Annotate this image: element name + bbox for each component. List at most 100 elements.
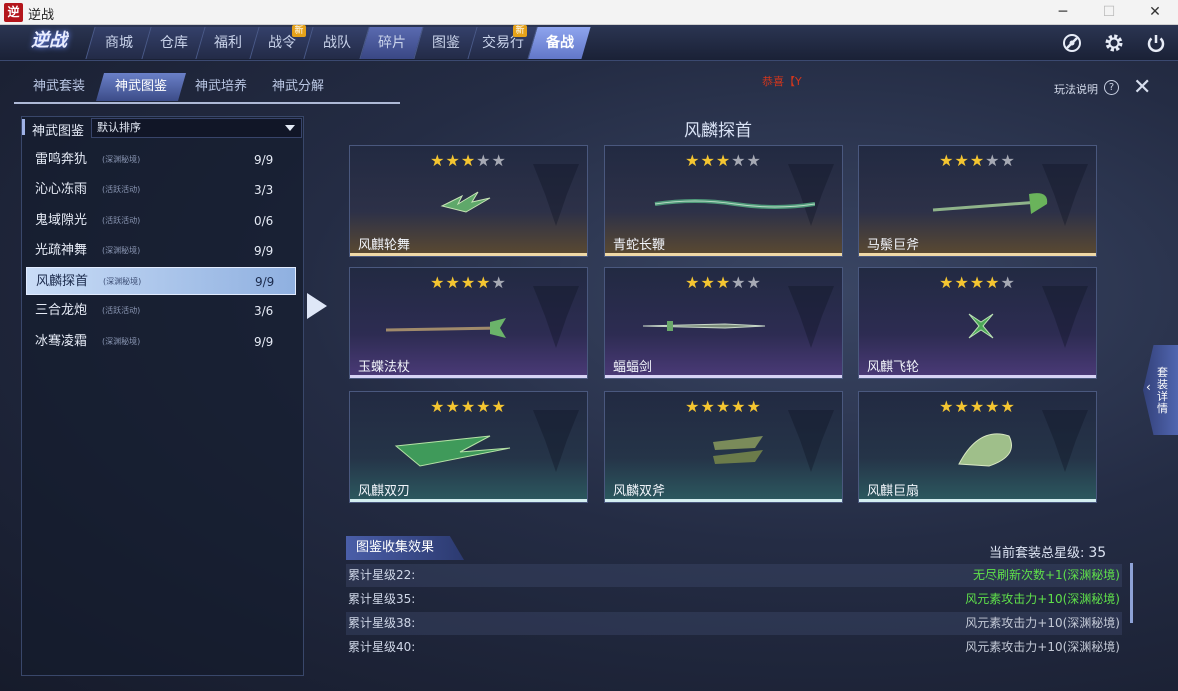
bonus-threshold: 累计星级40: bbox=[348, 640, 416, 654]
star-filled-icon: ★ bbox=[715, 397, 732, 416]
power-icon[interactable] bbox=[1145, 32, 1167, 54]
nav-tab-welfare[interactable]: 福利 bbox=[195, 27, 259, 59]
star-empty-icon: ★ bbox=[476, 151, 492, 170]
help-link[interactable]: 玩法说明 bbox=[1054, 81, 1098, 97]
star-empty-icon: ★ bbox=[731, 151, 747, 170]
codex-list-item[interactable]: 沁心冻雨 (活跃活动) 3/3 bbox=[26, 176, 296, 204]
item-count: 3/3 bbox=[254, 183, 274, 197]
rarity-bar bbox=[350, 253, 587, 256]
item-count: 9/9 bbox=[254, 335, 274, 349]
weapon-card[interactable]: ★★★★★ 玉蝶法杖 bbox=[349, 267, 588, 379]
bonus-scrollbar[interactable] bbox=[1130, 563, 1133, 623]
weapon-image bbox=[713, 436, 763, 464]
weapon-card[interactable]: ★★★★★ 风麟双斧 bbox=[604, 391, 843, 503]
subtab-label: 神武图鉴 bbox=[114, 79, 167, 94]
total-stars-value: 35 bbox=[1088, 545, 1107, 561]
star-empty-icon: ★ bbox=[1000, 273, 1016, 292]
weapon-card[interactable]: ★★★★★ 风麒轮舞 bbox=[349, 145, 588, 257]
weapon-name: 马鬃巨斧 bbox=[867, 238, 920, 253]
weapon-image bbox=[642, 321, 766, 331]
rarity-bar bbox=[605, 499, 842, 502]
codex-list-item[interactable]: 冰骞凌霜 (深渊秘境) 9/9 bbox=[26, 328, 296, 356]
star-rating: ★★★★★ bbox=[859, 397, 1096, 416]
item-source: (深渊秘境) bbox=[102, 155, 141, 164]
nav-tab-warehouse[interactable]: 仓库 bbox=[141, 27, 205, 59]
star-filled-icon: ★ bbox=[985, 397, 1001, 416]
bonus-threshold: 累计星级35: bbox=[348, 592, 416, 606]
star-filled-icon: ★ bbox=[460, 273, 477, 292]
nav-tab-label: 商城 bbox=[104, 35, 133, 51]
bonus-effect: 无尽刷新次数+1(深渊秘境) bbox=[972, 568, 1120, 582]
suit-details-label: 套装详情 bbox=[1157, 366, 1168, 415]
nav-tab-shop[interactable]: 商城 bbox=[85, 27, 151, 59]
close-panel-button[interactable]: ✕ bbox=[1133, 75, 1151, 100]
star-filled-icon: ★ bbox=[731, 397, 747, 416]
star-filled-icon: ★ bbox=[969, 397, 986, 416]
rarity-bar bbox=[350, 375, 587, 378]
star-filled-icon: ★ bbox=[1000, 397, 1016, 416]
codex-list-panel: 神武图鉴 默认排序 雷鸣奔犰 (深渊秘境) 9/9 沁心冻雨 (活跃活动) 3/… bbox=[21, 116, 304, 676]
chevron-left-icon: ‹ bbox=[1146, 380, 1151, 394]
window-titlebar: 逆 逆战 ─ ☐ ✕ bbox=[0, 0, 1178, 25]
item-source: (深渊秘境) bbox=[103, 277, 142, 286]
codex-list-item[interactable]: 雷鸣奔犰 (深渊秘境) 9/9 bbox=[26, 146, 296, 174]
subtab-codex[interactable]: 神武图鉴 bbox=[95, 73, 187, 101]
help-icon[interactable]: ? bbox=[1104, 80, 1119, 95]
nav-tab-team[interactable]: 战队 bbox=[303, 27, 369, 59]
nav-tab-codex[interactable]: 图鉴 bbox=[413, 27, 477, 59]
subtab-dismantle[interactable]: 神武分解 bbox=[261, 73, 335, 101]
item-name: 光疏神舞 bbox=[35, 243, 88, 258]
suit-details-tab[interactable]: ‹ 套装详情 bbox=[1143, 345, 1178, 435]
gear-icon[interactable] bbox=[1103, 32, 1125, 54]
nav-tab-label: 图鉴 bbox=[431, 35, 460, 51]
compass-icon[interactable] bbox=[1061, 32, 1083, 54]
subtab-cultivate[interactable]: 神武培养 bbox=[184, 73, 258, 101]
nav-tab-fragments[interactable]: 碎片 bbox=[359, 27, 423, 59]
star-rating: ★★★★★ bbox=[350, 151, 587, 170]
star-filled-icon: ★ bbox=[700, 273, 716, 292]
subtab-underline bbox=[14, 102, 400, 104]
star-rating: ★★★★★ bbox=[605, 397, 842, 416]
new-badge: 新 bbox=[513, 25, 527, 37]
weapon-card[interactable]: ★★★★★ 蝠蝠剑 bbox=[604, 267, 843, 379]
weapon-image bbox=[958, 433, 1012, 467]
minimize-button[interactable]: ─ bbox=[1040, 0, 1086, 25]
codex-list-item-selected[interactable]: 风麟探首 (深渊秘境) 9/9 bbox=[26, 267, 296, 295]
selection-pointer-icon bbox=[307, 293, 327, 319]
collection-bonus-tab: 图鉴收集效果 bbox=[346, 536, 464, 560]
star-filled-icon: ★ bbox=[445, 397, 461, 416]
bonus-effect: 风元素攻击力+10(深渊秘境) bbox=[965, 592, 1120, 606]
weapon-card[interactable]: ★★★★★ 青蛇长鞭 bbox=[604, 145, 843, 257]
item-count: 9/9 bbox=[255, 275, 275, 289]
sort-dropdown[interactable]: 默认排序 bbox=[91, 118, 302, 138]
codex-list-item[interactable]: 鬼域隙光 (活跃活动) 0/6 bbox=[26, 207, 296, 235]
item-count: 0/6 bbox=[254, 214, 274, 228]
codex-list-header: 神武图鉴 默认排序 bbox=[22, 117, 303, 139]
chevron-down-icon bbox=[285, 125, 295, 131]
bonus-effect: 风元素攻击力+10(深渊秘境) bbox=[965, 640, 1120, 654]
codex-list-item[interactable]: 三合龙炮 (活跃活动) 3/6 bbox=[26, 297, 296, 325]
star-empty-icon: ★ bbox=[985, 151, 1001, 170]
item-name: 鬼域隙光 bbox=[35, 213, 88, 228]
item-name: 三合龙炮 bbox=[35, 303, 88, 318]
top-nav: 逆战 商城 仓库 福利 战令 新 战队 碎片 图鉴 交易行 新 备战 bbox=[0, 25, 1178, 61]
weapon-card[interactable]: ★★★★★ 风麒巨扇 bbox=[858, 391, 1097, 503]
bonus-row: 累计星级22: 无尽刷新次数+1(深渊秘境) bbox=[346, 564, 1122, 587]
subtab-suits[interactable]: 神武套装 bbox=[22, 73, 96, 101]
close-window-button[interactable]: ✕ bbox=[1132, 0, 1178, 25]
star-filled-icon: ★ bbox=[939, 397, 955, 416]
maximize-button[interactable]: ☐ bbox=[1086, 0, 1132, 25]
sort-value: 默认排序 bbox=[97, 121, 141, 134]
star-filled-icon: ★ bbox=[746, 397, 762, 416]
codex-list-item[interactable]: 光疏神舞 (深渊秘境) 9/9 bbox=[26, 237, 296, 265]
weapon-card[interactable]: ★★★★★ 风麒双刃 bbox=[349, 391, 588, 503]
star-filled-icon: ★ bbox=[445, 273, 461, 292]
star-empty-icon: ★ bbox=[491, 273, 507, 292]
weapon-name: 风麟双斧 bbox=[613, 484, 666, 499]
star-filled-icon: ★ bbox=[445, 151, 461, 170]
header-accent bbox=[22, 119, 25, 135]
weapon-card[interactable]: ★★★★★ 马鬃巨斧 bbox=[858, 145, 1097, 257]
nav-tab-prepare[interactable]: 备战 bbox=[527, 27, 591, 59]
weapon-name: 青蛇长鞭 bbox=[613, 238, 666, 253]
weapon-card[interactable]: ★★★★★ 风麒飞轮 bbox=[858, 267, 1097, 379]
